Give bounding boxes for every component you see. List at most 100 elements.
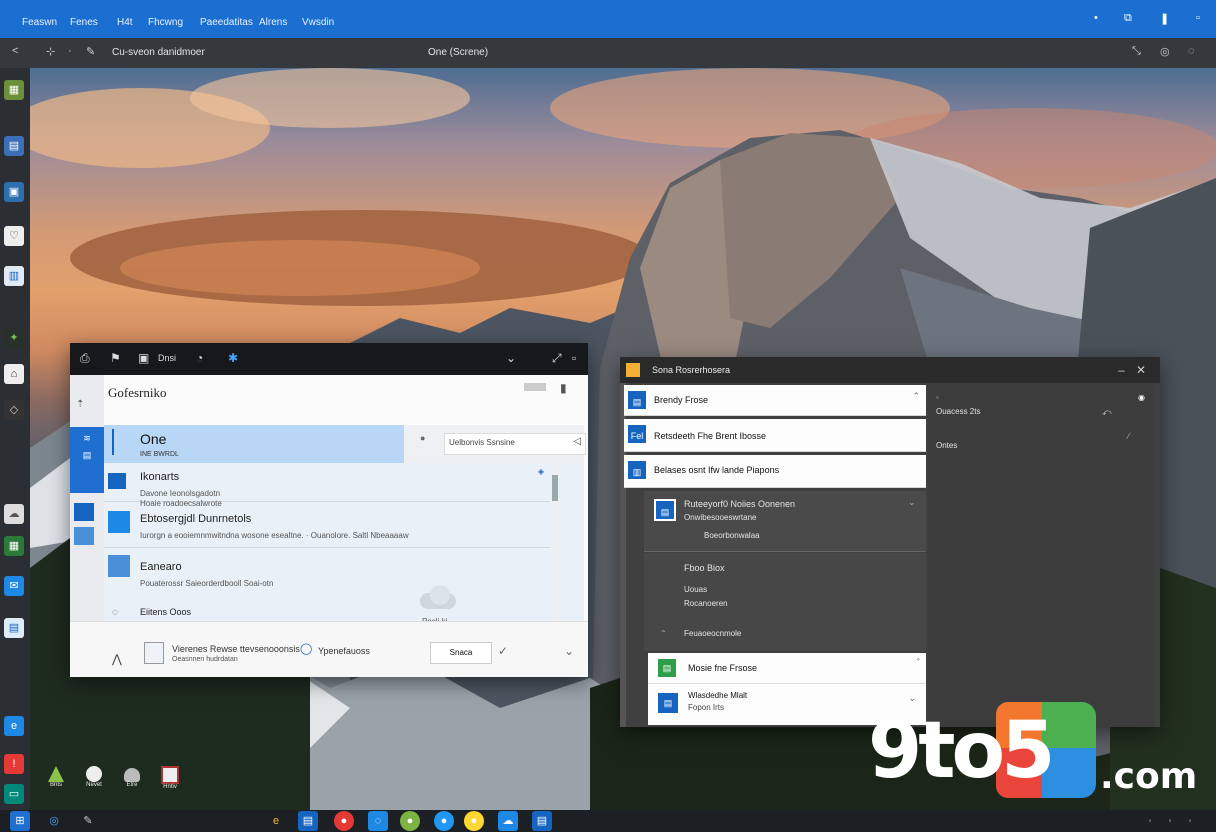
edit-icon[interactable]: ✎ [86,45,95,58]
menu-item-3[interactable]: H4t [117,17,133,28]
sidebar-active-tab[interactable]: ≋ ▤ [70,427,104,493]
expand-icon[interactable]: ⤢ [552,351,562,366]
tab-box[interactable]: Uelbonvis Ssnsine ◁ [444,433,586,455]
footer-row-dot-icon[interactable]: ° [917,657,920,666]
menu-item-1[interactable]: Feaswn [22,17,57,28]
panel-dot-icon[interactable]: ◉ [1138,393,1145,402]
sidebar-doc-icon[interactable] [74,503,94,521]
dot-icon[interactable]: • [1094,12,1098,24]
bookmark-icon[interactable]: ⚑ [110,351,121,365]
task-view-icon[interactable]: ✎ [78,811,98,831]
info-icon[interactable]: ◌ [112,607,118,618]
sub-list-arrow-icon[interactable]: ⌃ [660,629,667,638]
edge-icon[interactable]: e [266,811,286,831]
panel-link-icon[interactable]: ⤺ [1102,407,1112,418]
files-app-icon[interactable]: ▤ [532,811,552,831]
globe-icon[interactable]: ◎ [1160,45,1170,58]
dock-leaf-icon[interactable]: ✦ [4,328,24,348]
cloud-app-icon[interactable]: ☁ [498,811,518,831]
tab-close-icon[interactable]: ◁ [573,436,581,447]
pin-icon[interactable]: ⊹ [46,45,55,58]
chevron-down-icon[interactable]: ⌄ [506,351,516,365]
dock-home-icon[interactable]: ⌂ [4,364,24,384]
dock-heart-icon[interactable]: ♡ [4,226,24,246]
dock-monitor-icon[interactable]: ▣ [4,182,24,202]
selected-item[interactable]: One INE BWRDL [104,425,404,463]
media-icon[interactable]: ● [334,811,354,831]
panel-close-icon[interactable]: ◦ [936,393,939,402]
browser-app-icon[interactable]: ● [434,811,454,831]
list-row[interactable]: ▥ Belases osnt Ifw lande Piapons [624,455,926,488]
list-item[interactable]: Ebtosergjdl Dunrnetols Iurorgn a eooiemn… [104,507,550,548]
scrollbar-thumb[interactable] [552,475,558,501]
desktop-icon-2[interactable]: Nevet [82,766,106,790]
list-row[interactable]: ▤ Brendy Frose ⌃ [624,385,926,416]
sidebar-doc-icon-2[interactable] [74,527,94,545]
square-icon[interactable]: ▣ [138,351,149,365]
menu-item-6[interactable]: Alrens [259,17,287,28]
sub-list-item[interactable]: Rocanoeren [684,599,728,608]
expand-up-icon[interactable]: ⋀ [112,652,122,666]
tray-icon-2[interactable]: ◦ [1160,811,1180,831]
menu-extra-icon[interactable]: ▫ [1196,12,1200,24]
dock-files-icon[interactable]: ▤ [4,136,24,156]
dock-chart-icon[interactable]: ▥ [4,266,24,286]
menu-item-7[interactable]: Vwsdin [302,17,334,28]
list-item[interactable]: Ikonarts Davone Ieonolsgadotn Hoaie road… [104,463,550,508]
search-icon[interactable]: ◎ [44,811,64,831]
store-icon[interactable]: ▤ [298,811,318,831]
dock-alert-icon[interactable]: ! [4,754,24,774]
globe-app-icon[interactable]: ● [400,811,420,831]
dock-mail-icon[interactable]: ✉ [4,576,24,596]
grid-toggle-icon[interactable] [524,383,546,391]
desktop-icon-4[interactable]: Hntiv [158,766,182,790]
menu-item-4[interactable]: Fhcwng [148,17,183,28]
sub-list-item[interactable]: Feuaoeocnmole [684,629,741,638]
footer-row-label[interactable]: Mosie fne Frsose [688,663,757,673]
collapse-icon[interactable]: ⌄ [564,644,574,658]
desktop-icon-3[interactable]: Etre [120,768,144,792]
tray-icon-3[interactable]: ◦ [1180,811,1200,831]
chrome-app-icon[interactable]: ● [464,811,484,831]
dock-calendar-icon[interactable]: ▤ [4,618,24,638]
menu-item-5[interactable]: Paeedatitas [200,17,253,28]
mail-app-icon[interactable]: ◌ [368,811,388,831]
dock-tag-icon[interactable]: ◇ [4,400,24,420]
pin-icon[interactable]: ◈ [538,467,544,476]
save-icon[interactable]: ⎙ [80,351,90,366]
footer-row-label[interactable]: Wlasdedhe Mlalt [688,691,747,700]
nav-up-icon[interactable]: ⇡ [76,399,84,410]
star-icon[interactable]: ✱ [228,351,238,365]
close-icon[interactable]: ✕ [1136,363,1146,377]
menu-item-2[interactable]: Fenes [70,17,98,28]
title-tab-label[interactable]: Dnsi [158,353,176,363]
footer-button[interactable]: Snaca [430,642,492,664]
dock-edge-icon[interactable]: e [4,716,24,736]
expanded-item[interactable]: ▤ Ruteeyorf0 Noiies Oonenen Onwibesooesw… [644,491,926,552]
tray-icon-1[interactable]: ◦ [1140,811,1160,831]
back-icon[interactable]: < [12,45,18,57]
list-row[interactable]: Fel Retsdeeth Fhe Brent Ibosse [624,419,926,452]
help-icon[interactable]: ◯ [300,642,312,655]
window-b-titlebar[interactable]: Sona Rosrerhosera – ✕ [620,357,1160,383]
dock-spreadsheet-icon[interactable]: ▦ [4,536,24,556]
dock-cloud-icon[interactable]: ☁ [4,504,24,524]
checkmark-icon[interactable]: ✓ [498,644,508,658]
clock-icon[interactable]: ◔ [196,351,203,365]
dock-terminal-icon[interactable]: ▭ [4,784,24,804]
dock-grid-icon[interactable]: ▦ [4,80,24,100]
desktop-icon-1[interactable]: Bnts [44,766,68,790]
minimize-icon[interactable]: – [1118,363,1125,377]
row-chevron-icon[interactable]: ⌃ [912,391,920,402]
list-view-icon[interactable]: ▮ [560,381,567,395]
notification-icon[interactable]: ⧉ [1124,12,1132,25]
panel-pen-icon[interactable]: ⁄ [1128,431,1130,441]
expand-chevron-icon[interactable]: ⌄ [908,497,916,508]
start-icon[interactable]: ⊞ [10,811,30,831]
pause-icon[interactable]: ❚ [1160,12,1169,25]
settings-icon[interactable]: ◌ [1188,45,1195,57]
resize-icon[interactable]: ⤡ [1132,45,1141,58]
close-icon[interactable]: ▫ [572,351,576,365]
window-a-titlebar[interactable]: ⎙ ⚑ ▣ Dnsi ◔ ✱ ⌄ ⤢ ▫ [70,343,588,375]
sub-list-item[interactable]: Uouas [684,585,707,594]
